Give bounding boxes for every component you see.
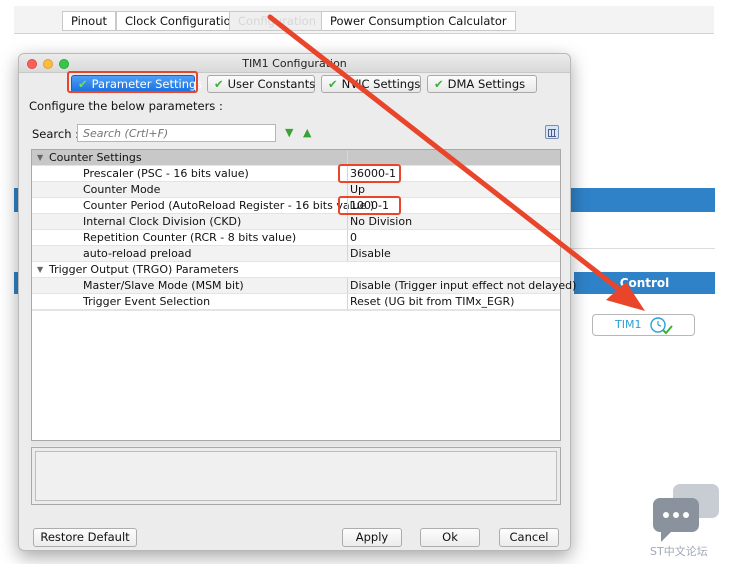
watermark-text: ST中文论坛 (650, 545, 708, 558)
chat-bubble-watermark-icon (653, 484, 719, 542)
screenshot-stage: Pinout Clock Configuration Configuration… (0, 0, 729, 564)
annotation-arrow (267, 14, 645, 311)
